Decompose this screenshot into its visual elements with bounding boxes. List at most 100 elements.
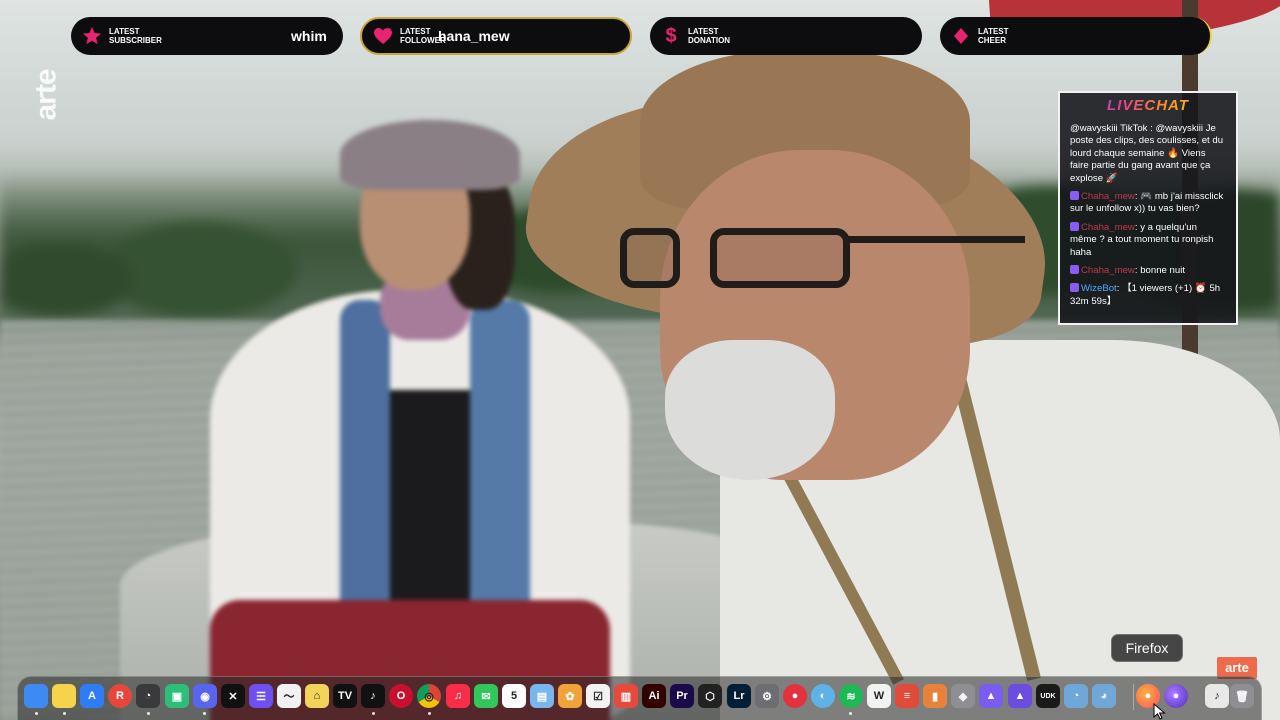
dock-app-glyph: ⌂ [313,690,321,702]
badge-icon [1070,265,1079,275]
chrome-icon[interactable]: ◎ [417,684,441,708]
activity-icon[interactable]: ◔ [136,684,160,708]
firefox-dev-icon[interactable]: ● [1164,684,1188,708]
illustrator-icon[interactable]: Ai [642,684,666,708]
stack-icon[interactable]: ≡ [895,684,919,708]
latest-donation-bar: $ LATEST DONATION [650,17,922,55]
chat-user: Chaha_mew [1081,221,1135,233]
calendar-icon[interactable]: 5 [502,684,526,708]
chat-message: Chaha_mew: 🎮 mb j'ai missclick sur le un… [1070,191,1224,215]
messages-icon[interactable]: ✉ [474,684,498,708]
capcut-icon[interactable]: ✕ [221,684,245,708]
live-chat-box: LIVECHAT @wavyskiii TikTok : @wavyskiii … [1058,91,1238,325]
dock-app-glyph: Pr [676,690,688,702]
affinity2-icon[interactable]: ▲ [1008,684,1032,708]
dock-tooltip: Firefox [1111,634,1183,662]
controller-icon[interactable]: ◈ [951,684,975,708]
waves-icon[interactable]: W [867,684,891,708]
music-icon[interactable]: ♫ [446,684,470,708]
meter2-icon[interactable]: ◕ [1092,684,1116,708]
dock-separator [1133,684,1134,710]
browser-icon[interactable]: ◐ [811,684,835,708]
live-chat-title: LIVECHAT [1070,96,1226,116]
dock-app-glyph: ▤ [536,690,548,703]
dock-app-glyph: ● [1144,690,1152,702]
dock-app-glyph: ⚙ [762,690,772,703]
reeder-icon[interactable]: R [108,684,132,708]
trash-icon[interactable]: 🗑 [1230,684,1254,708]
mouse-cursor-icon [1153,703,1166,720]
chat-message: Chaha_mew: y a quelqu'un même ? a tout m… [1070,221,1214,258]
lightroom-icon[interactable]: Lr [727,684,751,708]
tv-icon[interactable]: TV [333,684,357,708]
dock-app-glyph: ☑ [593,690,603,703]
dock-app-glyph: ▲ [1014,690,1026,702]
dock-app-glyph: ◐ [819,690,827,702]
android-icon[interactable]: ▣ [165,684,189,708]
badge-icon [1070,191,1079,201]
record-icon[interactable]: ● [783,684,807,708]
latest-cheer-bar: LATEST CHEER [940,17,1212,55]
dock-app-glyph: 🗑 [1235,690,1249,703]
udk-icon[interactable]: UDK [1036,684,1060,708]
dock-app-glyph: A [88,690,96,702]
dock-app-glyph: Lr [733,690,745,702]
latest-subscriber-value: whim [291,28,327,44]
running-indicator [203,712,206,715]
dock-app-glyph: ◔ [1072,690,1080,702]
tiktok-icon[interactable]: ♪ [361,684,385,708]
dock-app-glyph: ⬡ [705,690,715,703]
opera-icon[interactable]: O [389,684,413,708]
running-indicator [63,712,66,715]
heart-icon [372,25,394,47]
running-indicator [428,712,431,715]
star-icon [81,25,103,47]
dock-app-glyph: ☰ [256,690,266,703]
settings-icon[interactable]: ⚙ [755,684,779,708]
arte-watermark-vertical: arte [30,69,64,121]
dock-app-glyph: ● [791,690,799,702]
photos-icon[interactable]: ✿ [558,684,582,708]
dock-app-glyph: TV [337,690,353,702]
running-indicator [372,712,375,715]
dock-app-glyph: ≋ [846,690,856,703]
menu-icon[interactable]: ☰ [249,684,273,708]
finder-icon[interactable] [24,684,48,708]
reminders-icon[interactable]: ☑ [586,684,610,708]
dock-app-glyph: ◕ [1100,690,1108,702]
logic-icon[interactable]: ▮ [923,684,947,708]
dock-app-glyph: 〜 [283,691,295,703]
dock-app-glyph: ✕ [228,690,238,703]
freeform-icon[interactable]: 〜 [277,684,301,708]
music-file-icon[interactable]: ♪ [1205,684,1229,708]
notes-icon[interactable] [52,684,76,708]
home-icon[interactable]: ⌂ [305,684,329,708]
meter-icon[interactable]: ◔ [1064,684,1088,708]
dock-app-glyph: ▲ [985,690,997,702]
discord-icon[interactable]: ◉ [193,684,217,708]
affinity-icon[interactable]: ▲ [979,684,1003,708]
preview-icon[interactable]: ▤ [530,684,554,708]
dock-app-glyph: ▣ [171,690,183,703]
dock-app-glyph: ▮ [931,690,939,703]
dock-app-glyph: ◎ [424,690,434,703]
chat-message: WizeBot: 【1 viewers (+1) ⏰ 5h 32m 59s】 [1070,283,1221,307]
badge-icon [1070,283,1079,293]
chat-message: @wavyskiii TikTok : @wavyskiii Je poste … [1070,123,1224,184]
dock-app-glyph: ✿ [565,690,575,703]
dock-app-glyph: ✉ [481,690,491,703]
dock-app-glyph: ◔ [144,690,152,702]
dock-app-glyph: R [116,690,124,702]
spotify-icon[interactable]: ≋ [839,684,863,708]
appstore-icon[interactable]: A [80,684,104,708]
chat-user: WizeBot [1081,283,1117,295]
unity-icon[interactable]: ⬡ [698,684,722,708]
ticket-icon[interactable]: ▥ [614,684,638,708]
dock-app-glyph: ≡ [903,690,911,702]
running-indicator [849,712,852,715]
dock-app-glyph: ◉ [200,690,210,703]
chat-user: @wavyskiii [1070,123,1118,134]
dock-app-glyph: 5 [510,690,518,702]
premiere-icon[interactable]: Pr [670,684,694,708]
diamond-icon [950,25,972,47]
